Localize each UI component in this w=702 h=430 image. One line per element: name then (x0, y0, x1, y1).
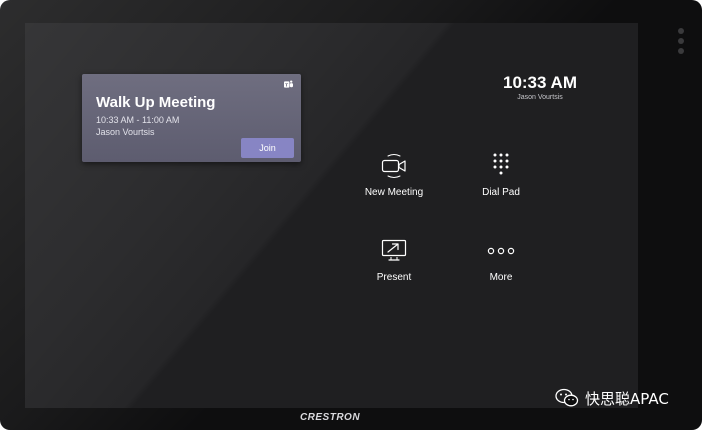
brand-logo: CRESTRON (299, 412, 361, 423)
sensor-dot (678, 38, 684, 44)
more-label: More (489, 272, 513, 283)
watermark-text: 快思聪APAC (585, 389, 669, 408)
meeting-organizer: Jason Vourtsis (96, 127, 155, 137)
dial-pad-label: Dial Pad (482, 187, 520, 198)
meeting-title: Walk Up Meeting (96, 94, 216, 111)
more-dots-icon (487, 247, 515, 255)
svg-text:T: T (285, 83, 288, 89)
meeting-time: 10:33 AM - 11:00 AM (96, 115, 180, 125)
more-button[interactable]: More (456, 236, 546, 296)
sensor-dot (678, 28, 684, 34)
dial-pad-button[interactable]: Dial Pad (456, 151, 546, 211)
touch-screen: T Walk Up Meeting 10:33 AM - 11:00 AM Ja… (25, 23, 638, 408)
sensor-dot (678, 48, 684, 54)
present-screen-icon (381, 239, 407, 261)
clock-time: 10:33 AM (502, 73, 577, 92)
touch-panel-device: T Walk Up Meeting 10:33 AM - 11:00 AM Ja… (0, 0, 702, 430)
join-button[interactable]: Join (241, 138, 294, 158)
teams-icon: T (284, 80, 293, 89)
watermark: 快思聪APAC (555, 386, 669, 410)
wechat-icon (555, 388, 579, 407)
present-label: Present (376, 272, 412, 283)
clock: 10:33 AM Jason Vourtsis (465, 73, 615, 103)
clock-user: Jason Vourtsis (517, 94, 563, 101)
new-meeting-button[interactable]: New Meeting (349, 151, 439, 211)
video-camera-icon (381, 154, 406, 178)
meeting-card[interactable]: T Walk Up Meeting 10:33 AM - 11:00 AM Ja… (82, 74, 301, 162)
new-meeting-label: New Meeting (364, 187, 424, 198)
dial-pad-icon (493, 153, 509, 175)
present-button[interactable]: Present (349, 236, 439, 296)
